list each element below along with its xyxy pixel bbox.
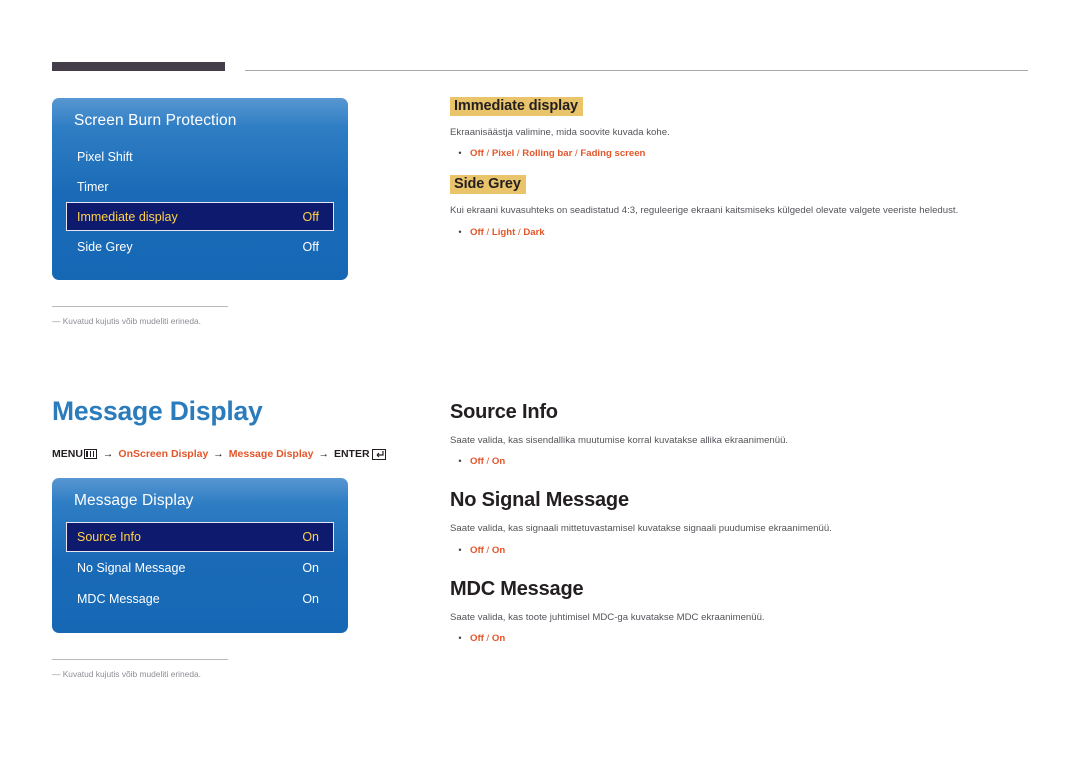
osd-row-list: Pixel Shift Timer Immediate display Off … <box>52 142 348 280</box>
osd-row-selected[interactable]: Immediate display Off <box>66 202 334 231</box>
topic-heading-mdc-message: MDC Message <box>450 577 584 600</box>
topic-body-source-info: Saate valida, kas sisendallika muutumise… <box>450 435 789 446</box>
topic-body-mdc-message: Saate valida, kas toote juhtimisel MDC-g… <box>450 611 765 623</box>
topic-heading-immediate-display: Immediate display <box>450 97 584 116</box>
osd-row[interactable]: MDC Message On <box>66 584 334 614</box>
breadcrumb-step-onscreen-display[interactable]: OnScreen Display <box>118 448 208 460</box>
bullet-dot-icon: • <box>458 148 462 159</box>
footnote-divider <box>52 659 228 660</box>
footnote-text: ― Kuvatud kujutis võib mudeliti erineda. <box>52 316 201 326</box>
option-value: Off <box>470 633 484 645</box>
option-list: Off / On <box>470 456 506 468</box>
option-list: Off / Pixel / Rolling bar / Fading scree… <box>470 148 646 160</box>
osd-row[interactable]: Timer <box>66 172 334 201</box>
breadcrumb-enter-label: ENTER <box>333 448 370 460</box>
option-value: On <box>491 633 506 645</box>
option-list: Off / On <box>470 544 506 556</box>
osd-row-selected[interactable]: Source Info On <box>66 522 334 552</box>
section-one-right-column: Immediate display Ekraanisäästja valimin… <box>450 97 1030 238</box>
option-list: Off / Light / Dark <box>470 226 545 238</box>
topic-options-immediate-display: • Off / Pixel / Rolling bar / Fading scr… <box>450 148 1030 159</box>
option-value: Light <box>491 226 516 238</box>
bullet-dot-icon: • <box>458 633 462 644</box>
topic-body-side-grey: Kui ekraani kuvasuhteks on seadistatud 4… <box>450 205 959 217</box>
topic-body-no-signal-message: Saate valida, kas signaali mittetuvastam… <box>450 523 832 535</box>
osd-row-value: On <box>302 530 319 544</box>
enter-return-icon <box>371 448 386 460</box>
osd-row-label: Timer <box>77 179 109 194</box>
section-two-left-column: Message Display MENU → OnScreen Display … <box>52 396 424 679</box>
footnote-divider <box>52 306 228 307</box>
breadcrumb-step-message-display[interactable]: Message Display <box>229 448 314 460</box>
option-value: Rolling bar <box>522 148 573 160</box>
option-value: Off <box>470 544 484 556</box>
footnote-text: ― Kuvatud kujutis võib mudeliti erineda. <box>52 669 201 679</box>
osd-panel-screen-burn-protection: Screen Burn Protection Pixel Shift Timer… <box>52 98 348 280</box>
breadcrumb-menu-label: MENU <box>52 448 83 460</box>
topic-heading-no-signal-message: No Signal Message <box>450 489 629 512</box>
osd-row[interactable]: Side Grey Off <box>66 232 334 261</box>
section-one-left-column: Screen Burn Protection Pixel Shift Timer… <box>52 98 424 326</box>
osd-row-value: On <box>302 561 319 575</box>
breadcrumb-arrow-icon: → <box>213 448 224 460</box>
osd-row-label: Immediate display <box>77 209 178 224</box>
osd-row-label: Pixel Shift <box>77 149 133 164</box>
topic-options-side-grey: • Off / Light / Dark <box>450 227 1030 238</box>
osd-row-label: Side Grey <box>77 239 133 254</box>
osd-title: Message Display <box>74 492 194 509</box>
osd-row-label: MDC Message <box>77 592 160 606</box>
osd-row-value: Off <box>302 239 319 254</box>
page-header-rule <box>52 62 1028 74</box>
bullet-dot-icon: • <box>458 544 462 555</box>
menu-grid-icon <box>83 449 97 459</box>
option-value: Off <box>470 148 484 160</box>
breadcrumb-arrow-icon: → <box>318 448 329 460</box>
osd-title: Screen Burn Protection <box>74 112 237 129</box>
osd-row[interactable]: Pixel Shift <box>66 142 334 171</box>
breadcrumb-arrow-icon: → <box>102 448 114 460</box>
breadcrumb: MENU → OnScreen Display → Message Displa… <box>52 448 424 460</box>
topic-heading-source-info: Source Info <box>450 401 558 423</box>
option-value: Dark <box>523 226 545 238</box>
option-list: Off / On <box>470 633 506 645</box>
osd-panel-message-display: Message Display Source Info On No Signal… <box>52 478 348 633</box>
osd-row-label: Source Info <box>77 530 141 544</box>
topic-options-source-info: • Off / On <box>450 456 1030 467</box>
section-two-footnote: ― Kuvatud kujutis võib mudeliti erineda. <box>52 659 228 679</box>
page-title-message-display: Message Display <box>52 396 263 426</box>
option-value: Off <box>470 226 484 238</box>
option-value: Pixel <box>491 148 515 160</box>
osd-row-list: Source Info On No Signal Message On MDC … <box>52 522 348 633</box>
topic-options-mdc-message: • Off / On <box>450 633 1030 644</box>
section-one-footnote: ― Kuvatud kujutis võib mudeliti erineda. <box>52 306 228 326</box>
section-two-right-column: Source Info Saate valida, kas sisendalli… <box>450 401 1030 644</box>
topic-body-immediate-display: Ekraanisäästja valimine, mida soovite ku… <box>450 127 670 138</box>
osd-row-value: Off <box>302 209 319 224</box>
option-value: Off <box>470 456 484 468</box>
option-value: On <box>491 544 506 556</box>
header-rule-thin-line <box>245 70 1028 71</box>
bullet-dot-icon: • <box>458 226 462 237</box>
topic-options-no-signal-message: • Off / On <box>450 545 1030 556</box>
osd-row[interactable]: No Signal Message On <box>66 553 334 583</box>
osd-row-value: On <box>302 592 319 606</box>
option-value: Fading screen <box>580 148 646 160</box>
bullet-dot-icon: • <box>458 456 462 467</box>
header-rule-dark-bar <box>52 62 225 71</box>
option-value: On <box>491 456 506 468</box>
osd-row-label: No Signal Message <box>77 561 186 575</box>
topic-heading-side-grey: Side Grey <box>450 175 526 195</box>
